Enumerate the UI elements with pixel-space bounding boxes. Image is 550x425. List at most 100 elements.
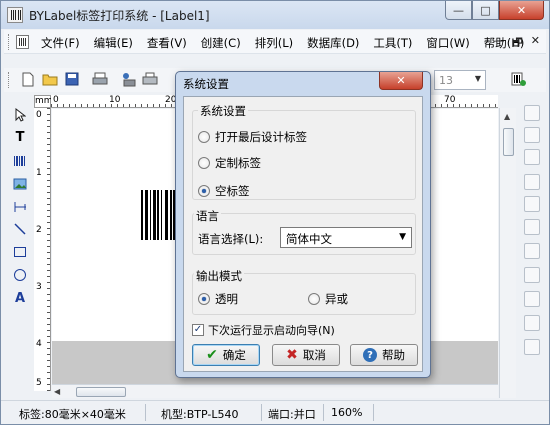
title-bar: BYLabel标签打印系统 - [Label1] — □ ✕: [1, 1, 549, 29]
align-middle-icon[interactable]: [524, 127, 540, 143]
help-button[interactable]: ? 帮助: [350, 344, 418, 366]
open-folder-icon[interactable]: [42, 71, 58, 87]
print-icon[interactable]: [92, 71, 108, 87]
horizontal-scrollbar[interactable]: ◀: [52, 384, 498, 398]
radio-open-last[interactable]: 打开最后设计标签: [198, 129, 307, 145]
help-button-label: 帮助: [382, 348, 405, 362]
ellipse-tool-icon[interactable]: [12, 267, 28, 283]
status-divider: [373, 404, 374, 421]
mdi-minimize-button[interactable]: —: [493, 34, 504, 53]
barcode-tool-icon[interactable]: [12, 153, 28, 169]
ruler-label: 2: [36, 225, 42, 235]
ok-button-label: 确定: [222, 348, 246, 362]
align-left-icon[interactable]: [524, 174, 540, 190]
align-top-icon[interactable]: [524, 105, 540, 121]
ruler-label: 4: [36, 339, 42, 349]
ruler-label: 3: [36, 282, 42, 292]
status-bar: 标签:80毫米×40毫米 机型:BTP-L540 端口:并口 160%: [1, 400, 549, 424]
cancel-button[interactable]: ✖ 取消: [272, 344, 340, 366]
status-label-size: 标签:80毫米×40毫米: [19, 408, 126, 421]
vertical-scroll-thumb[interactable]: [503, 128, 514, 156]
menu-create[interactable]: 创建(C): [201, 35, 241, 51]
barcode-tool-icon[interactable]: [510, 71, 526, 87]
startup-wizard-checkbox[interactable]: ✓ 下次运行显示启动向导(N): [192, 322, 335, 338]
cancel-x-icon: ✖: [286, 347, 298, 363]
center-vertical-icon[interactable]: [524, 339, 540, 355]
startup-group-label: 系统设置: [198, 103, 248, 119]
ruler-unit: mm: [34, 95, 53, 108]
maximize-button[interactable]: □: [472, 1, 499, 20]
text-tool-icon[interactable]: T: [12, 129, 28, 145]
same-height-icon[interactable]: [524, 243, 540, 259]
checkbox-checked-icon[interactable]: ✓: [192, 324, 204, 336]
document-icon[interactable]: [16, 35, 29, 49]
menu-view[interactable]: 查看(V): [147, 35, 187, 51]
printer-setup-icon[interactable]: [142, 71, 158, 87]
close-button[interactable]: ✕: [499, 1, 544, 20]
radio-label: 异或: [325, 292, 348, 306]
radio-custom-label[interactable]: 定制标签: [198, 155, 261, 171]
image-tool-icon[interactable]: [12, 176, 28, 192]
radio-icon[interactable]: [198, 157, 210, 169]
language-select[interactable]: 简体中文 ▼: [280, 227, 412, 248]
radio-icon[interactable]: [308, 293, 320, 305]
vertical-ruler: 0 1 2 3 4 5: [34, 108, 51, 391]
space-horizontal-icon[interactable]: [524, 267, 540, 283]
menu-database[interactable]: 数据库(D): [307, 35, 359, 51]
toolbar-grip[interactable]: [8, 72, 11, 88]
dialog-close-button[interactable]: ✕: [379, 72, 423, 90]
app-logo-icon: [7, 7, 23, 23]
save-icon[interactable]: [64, 71, 80, 87]
radio-checked-icon[interactable]: [198, 185, 210, 197]
cancel-button-label: 取消: [302, 348, 326, 362]
menu-edit[interactable]: 编辑(E): [94, 35, 133, 51]
status-divider: [323, 404, 324, 421]
mdi-restore-button[interactable]: 🗗: [512, 34, 522, 53]
align-center-icon[interactable]: [524, 196, 540, 212]
space-vertical-icon[interactable]: [524, 291, 540, 307]
font-size-value: 13: [439, 74, 453, 87]
status-divider: [261, 404, 262, 421]
radio-label: 透明: [215, 292, 238, 306]
user-print-icon[interactable]: [120, 71, 136, 87]
radio-icon[interactable]: [198, 131, 210, 143]
radio-checked-icon[interactable]: [198, 293, 210, 305]
dimension-line-tool-icon[interactable]: [12, 199, 28, 215]
help-question-icon: ?: [363, 348, 377, 362]
menu-tools[interactable]: 工具(T): [373, 35, 412, 51]
center-horizontal-icon[interactable]: [524, 315, 540, 331]
line-tool-icon[interactable]: [12, 221, 28, 237]
language-select-label: 语言选择(L):: [198, 232, 264, 246]
font-size-select[interactable]: 13 ▼: [434, 70, 486, 90]
menu-file[interactable]: 文件(F): [41, 35, 80, 51]
menu-window[interactable]: 窗口(W): [426, 35, 469, 51]
dialog-title: 系统设置: [183, 77, 229, 91]
output-group-label: 输出模式: [194, 268, 244, 284]
ok-button[interactable]: ✔ 确定: [192, 344, 260, 366]
radio-transparent[interactable]: 透明: [198, 291, 238, 307]
left-toolbox: T A: [5, 101, 33, 401]
scroll-left-icon[interactable]: ◀: [54, 387, 60, 396]
radio-xor[interactable]: 异或: [308, 291, 348, 307]
minimize-button[interactable]: —: [445, 1, 472, 20]
align-bottom-icon[interactable]: [524, 149, 540, 165]
language-select-value: 简体中文: [286, 232, 332, 246]
rectangle-tool-icon[interactable]: [12, 244, 28, 260]
radio-empty-label[interactable]: 空标签: [198, 183, 250, 199]
rich-text-tool-icon[interactable]: A: [12, 290, 28, 306]
scroll-up-icon[interactable]: ▲: [504, 112, 510, 121]
vertical-scrollbar[interactable]: ▲: [499, 108, 516, 398]
right-align-toolbox: [517, 95, 547, 405]
chevron-down-icon: ▼: [474, 74, 481, 83]
menubar-grip[interactable]: [8, 34, 11, 50]
mdi-close-button[interactable]: ✕: [531, 34, 540, 53]
new-file-icon[interactable]: [20, 71, 36, 87]
ruler-label: 0: [53, 95, 59, 105]
dialog-body: 系统设置 打开最后设计标签 定制标签 空标签 语言 语言选择(L): 简体中文 …: [183, 96, 423, 372]
horizontal-scroll-thumb[interactable]: [76, 387, 126, 397]
same-width-icon[interactable]: [524, 219, 540, 235]
menu-arrange[interactable]: 排列(L): [255, 35, 293, 51]
pointer-tool-icon[interactable]: [12, 107, 28, 123]
status-printer-model: 机型:BTP-L540: [161, 408, 239, 421]
language-group-label: 语言: [194, 208, 221, 224]
